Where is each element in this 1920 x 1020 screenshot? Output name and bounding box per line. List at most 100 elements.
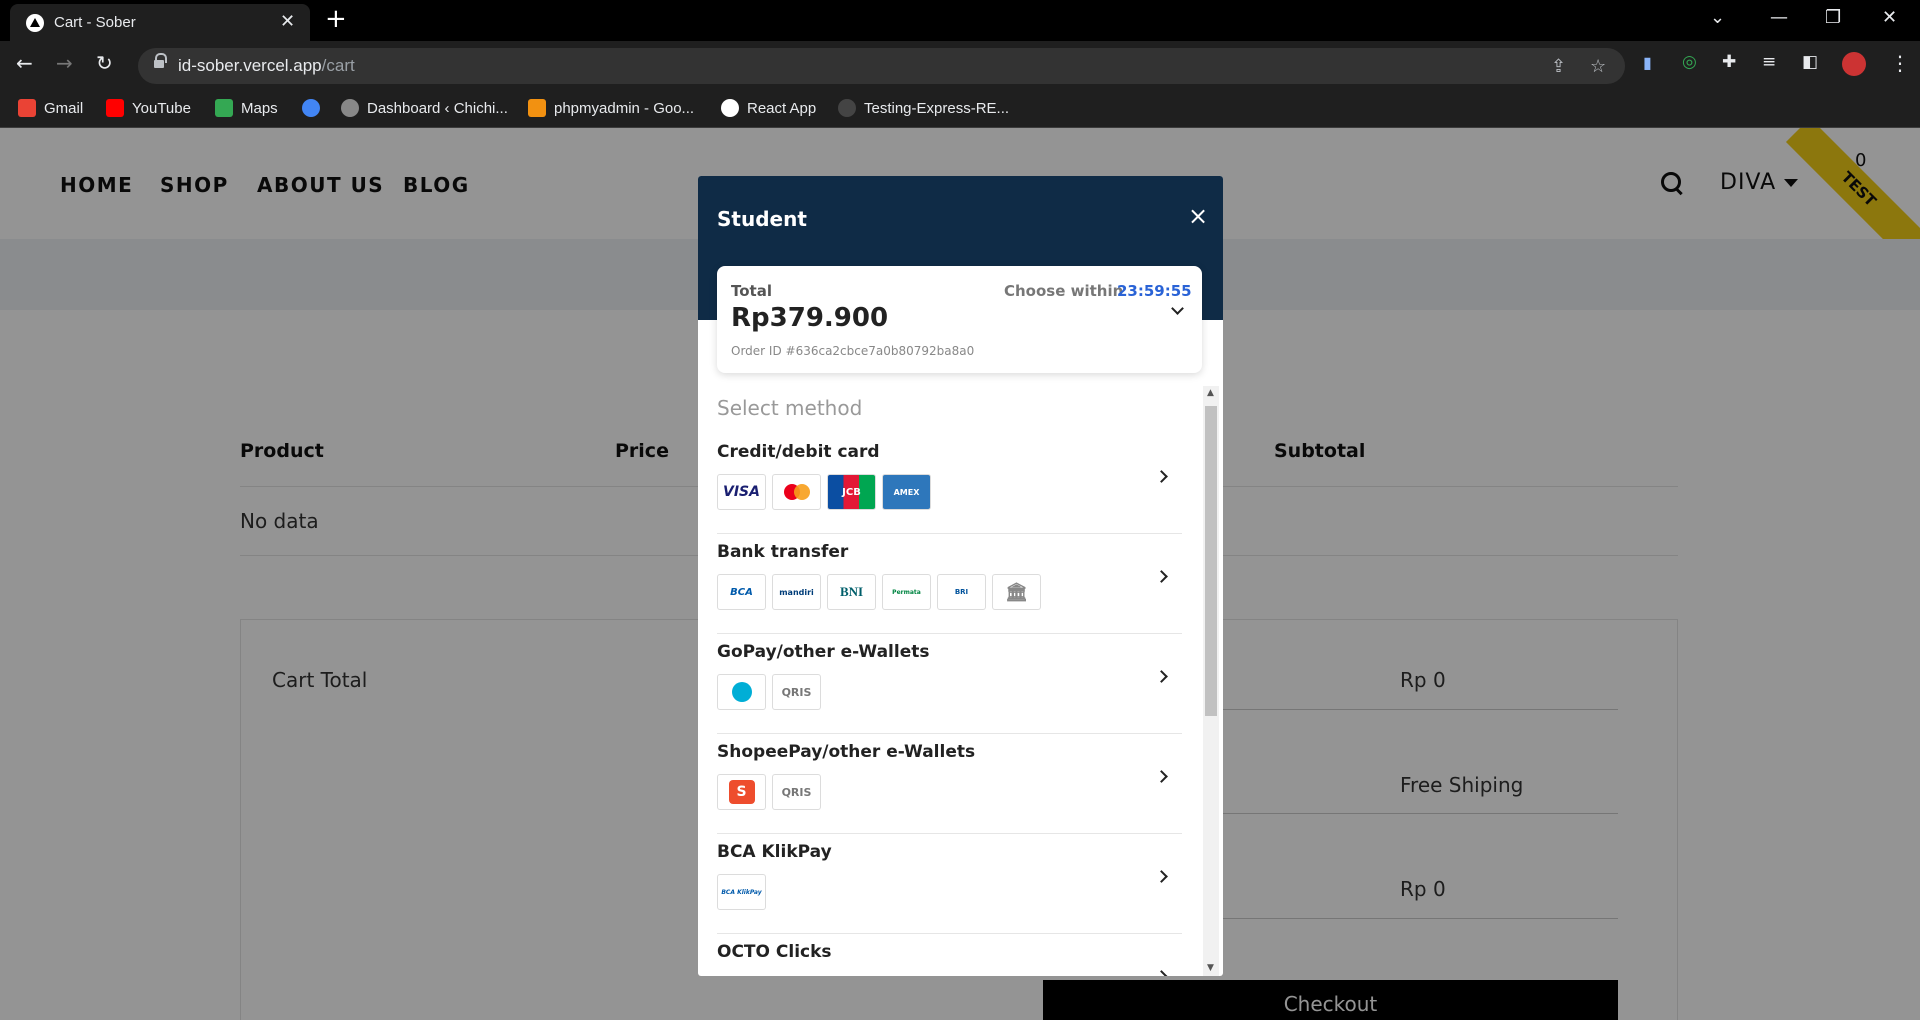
bookmark-label: Gmail — [44, 99, 84, 117]
close-icon[interactable]: × — [1188, 202, 1208, 230]
bookmark-star-icon[interactable]: ☆ — [1590, 56, 1606, 77]
chevron-right-icon — [1155, 770, 1168, 783]
profile-avatar[interactable] — [1842, 52, 1866, 76]
address-bar[interactable]: id-sober.vercel.app/cart ⇪ ☆ — [138, 48, 1625, 84]
tab-title: Cart - Sober — [54, 14, 136, 31]
visa-logo: VISA — [717, 474, 766, 510]
method-shopeepay[interactable]: ShopeePay/other e-Wallets S QRIS — [717, 734, 1182, 834]
phpmyadmin-icon — [528, 99, 546, 117]
chevron-down-icon[interactable] — [1171, 302, 1184, 315]
extension-icon[interactable]: ▮ — [1643, 53, 1652, 72]
new-tab-icon[interactable]: + — [325, 4, 347, 34]
youtube-icon — [106, 99, 124, 117]
vercel-icon — [721, 99, 739, 117]
vercel-favicon-icon — [26, 14, 44, 32]
bookmark-label: Dashboard ‹ Chichi... — [367, 99, 508, 117]
media-icon[interactable]: ≡ — [1762, 52, 1776, 72]
bookmark-label: Testing-Express-RE... — [864, 99, 1010, 117]
side-panel-icon[interactable]: ◧ — [1802, 52, 1818, 72]
bni-logo: BNI — [827, 574, 876, 610]
choose-within-label: Choose within — [1004, 282, 1124, 300]
bri-logo: BRI — [937, 574, 986, 610]
scroll-down-icon[interactable]: ▼ — [1207, 963, 1214, 973]
bookmark-gmail[interactable]: Gmail — [18, 97, 83, 119]
window-close-icon[interactable]: ✕ — [1882, 7, 1897, 28]
mastercard-logo — [772, 474, 821, 510]
gopay-circle-icon — [731, 682, 752, 702]
chevron-right-icon — [1155, 670, 1168, 683]
bookmark-testing-express[interactable]: Testing-Express-RE... — [838, 97, 1009, 119]
bookmark-label: phpmyadmin - Goo... — [554, 99, 695, 117]
method-credit-card[interactable]: Credit/debit card VISA JCB AMEX — [717, 434, 1182, 534]
method-name: ShopeePay/other e-Wallets — [717, 742, 976, 762]
total-label: Total — [731, 282, 772, 300]
scroll-thumb[interactable] — [1205, 406, 1217, 716]
share-icon[interactable]: ⇪ — [1551, 56, 1566, 77]
payment-modal: Student × Total Choose within 23:59:55 R… — [698, 176, 1223, 976]
chevron-right-icon — [1155, 570, 1168, 583]
bookmark-label: React App — [747, 99, 817, 117]
select-method-heading: Select method — [717, 396, 863, 420]
mastercard-circles-icon — [793, 484, 810, 500]
qris-logo: QRIS — [772, 774, 821, 810]
bookmark-maps[interactable]: Maps — [215, 97, 278, 119]
bookmark-phpmyadmin[interactable]: phpmyadmin - Goo... — [528, 97, 694, 119]
method-bca-klikpay[interactable]: BCA KlikPay BCA KlikPay — [717, 834, 1182, 934]
payment-method-list: Select method Credit/debit card VISA JCB… — [698, 386, 1223, 976]
bookmark-youtube[interactable]: YouTube — [106, 97, 191, 119]
total-amount: Rp379.900 — [731, 303, 889, 333]
restore-icon[interactable]: ❐ — [1825, 7, 1841, 28]
tab-close-icon[interactable]: ✕ — [280, 11, 295, 32]
modal-title: Student — [717, 207, 807, 231]
gopay-logo — [717, 674, 766, 710]
menu-kebab-icon[interactable]: ⋮ — [1890, 51, 1910, 75]
minimize-icon[interactable]: — — [1770, 7, 1788, 28]
browser-tab-bar: Cart - Sober ✕ + ⌄ — ❐ ✕ — [0, 0, 1920, 41]
bookmark-label: YouTube — [132, 99, 191, 117]
method-octo-clicks[interactable]: OCTO Clicks — [717, 934, 1182, 976]
bca-logo: BCA — [717, 574, 766, 610]
browser-tab[interactable]: Cart - Sober ✕ — [10, 4, 310, 41]
back-icon[interactable]: ← — [16, 51, 33, 75]
extensions-puzzle-icon[interactable]: ✚ — [1722, 52, 1736, 72]
lock-icon[interactable] — [154, 53, 167, 70]
amex-logo: AMEX — [882, 474, 931, 510]
method-name: Bank transfer — [717, 542, 849, 562]
reload-icon[interactable]: ↻ — [96, 51, 113, 75]
maps-icon — [215, 99, 233, 117]
permata-logo: Permata — [882, 574, 931, 610]
bookmarks-bar: Gmail YouTube Maps Dashboard ‹ Chichi...… — [0, 89, 1920, 128]
jcb-logo: JCB — [827, 474, 876, 510]
method-name: OCTO Clicks — [717, 942, 832, 962]
scrollbar[interactable]: ▲ ▼ — [1203, 386, 1219, 976]
forward-icon[interactable]: → — [56, 51, 73, 75]
method-logos: BCA KlikPay — [717, 874, 766, 910]
countdown-timer: 23:59:55 — [1117, 282, 1192, 300]
order-id: Order ID #636ca2cbce7a0b80792ba8a0 — [731, 344, 975, 358]
github-icon — [838, 99, 856, 117]
chevron-right-icon — [1155, 870, 1168, 883]
bank-building-icon: 🏛 — [992, 574, 1041, 610]
bookmark-dashboard[interactable]: Dashboard ‹ Chichi... — [341, 97, 508, 119]
method-gopay[interactable]: GoPay/other e-Wallets QRIS — [717, 634, 1182, 734]
tab-search-icon[interactable]: ⌄ — [1710, 7, 1725, 28]
browser-toolbar: ← → ↻ id-sober.vercel.app/cart ⇪ ☆ ▮ ◎ ✚… — [0, 41, 1920, 89]
extension-circle-icon[interactable]: ◎ — [1682, 52, 1697, 72]
google-icon — [302, 99, 320, 117]
chevron-right-icon — [1155, 470, 1168, 483]
method-name: Credit/debit card — [717, 442, 880, 462]
method-bank-transfer[interactable]: Bank transfer BCA mandiri BNI Permata BR… — [717, 534, 1182, 634]
shopee-bag-icon: S — [728, 780, 755, 804]
bookmark-google[interactable] — [302, 97, 320, 119]
gmail-icon — [18, 99, 36, 117]
bookmark-react-app[interactable]: React App — [721, 97, 816, 119]
method-logos: BCA mandiri BNI Permata BRI 🏛 — [717, 574, 1041, 610]
qris-logo: QRIS — [772, 674, 821, 710]
chevron-right-icon — [1155, 970, 1168, 976]
bca-klikpay-logo: BCA KlikPay — [717, 874, 766, 910]
shopeepay-logo: S — [717, 774, 766, 810]
order-summary-card[interactable]: Total Choose within 23:59:55 Rp379.900 O… — [717, 266, 1202, 373]
scroll-up-icon[interactable]: ▲ — [1207, 388, 1214, 398]
method-name: GoPay/other e-Wallets — [717, 642, 930, 662]
method-logos: QRIS — [717, 674, 821, 710]
